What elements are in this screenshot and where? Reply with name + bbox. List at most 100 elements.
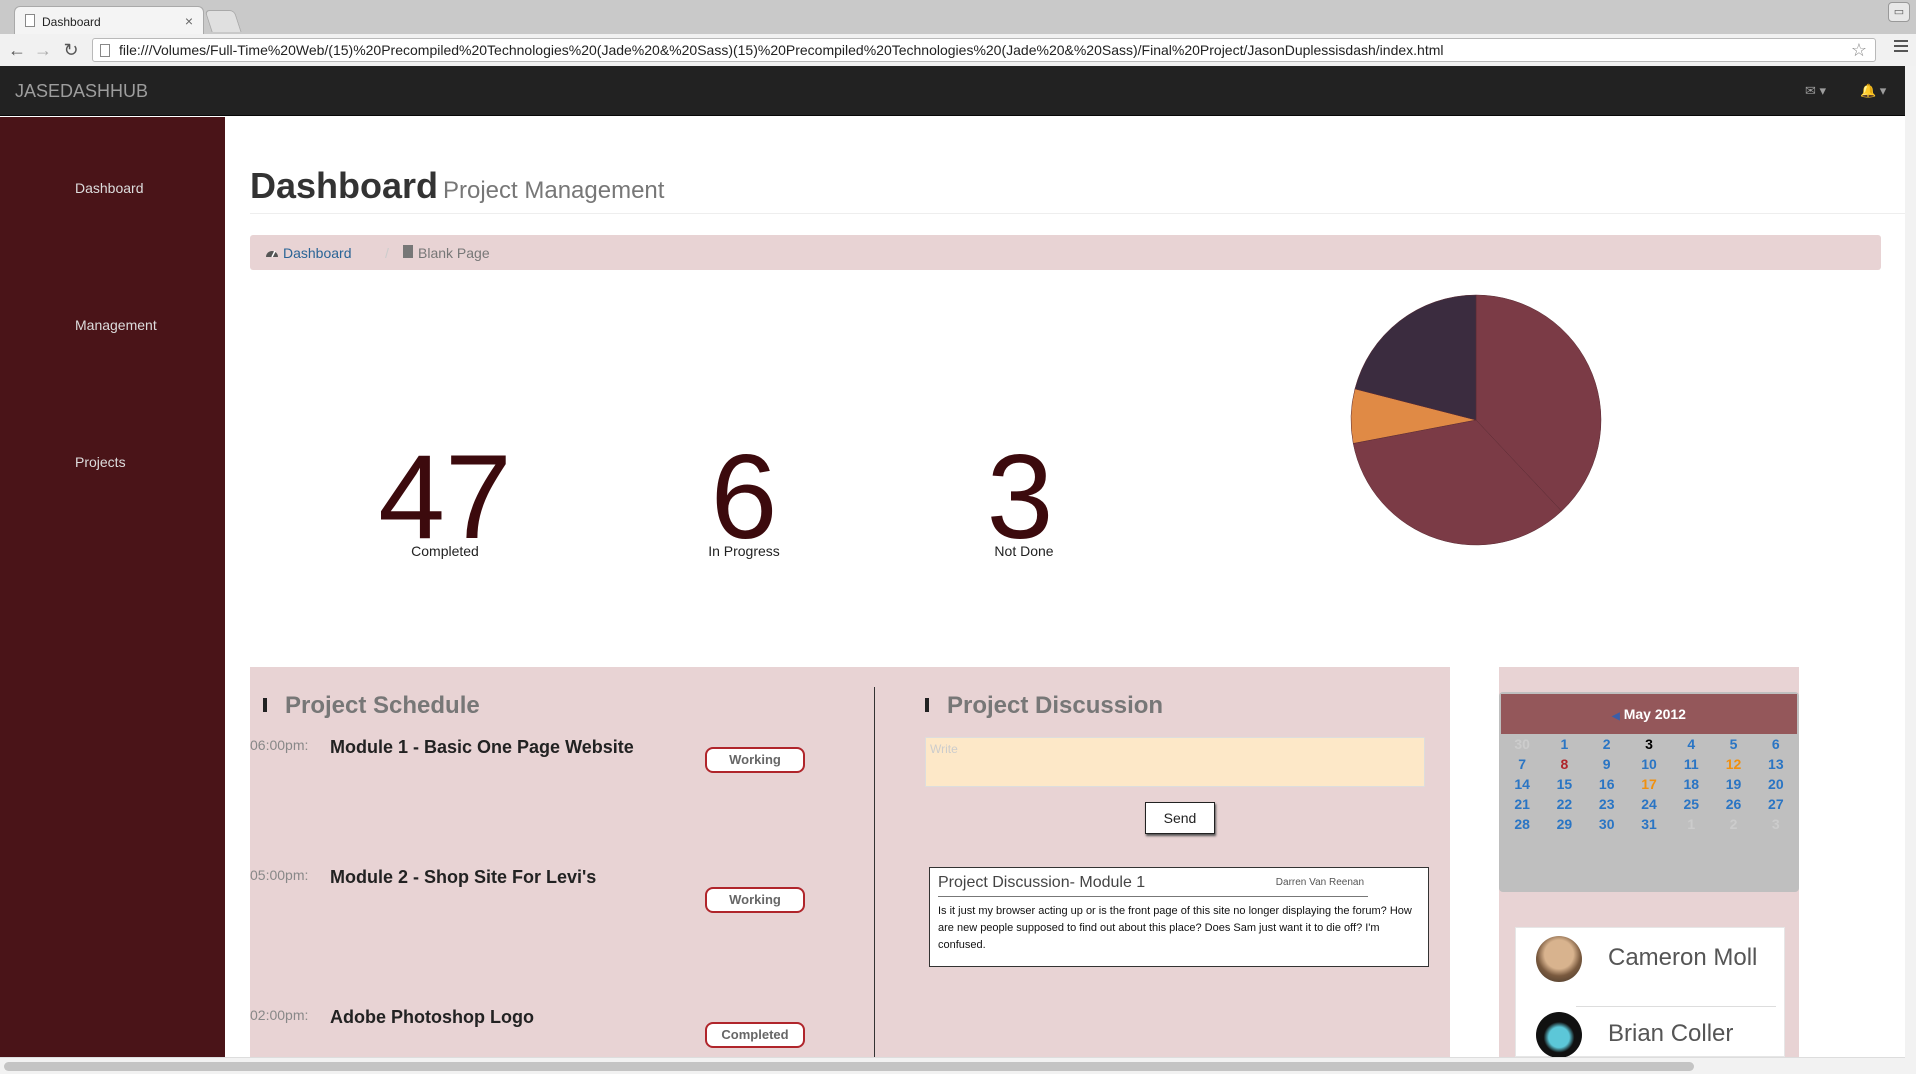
calendar-day[interactable]: 3 <box>1755 814 1797 834</box>
page-icon <box>100 44 110 57</box>
calendar-week-row: 7 8 9 10 11 12 13 <box>1501 754 1797 774</box>
bookmark-star-icon[interactable]: ☆ <box>1851 39 1867 61</box>
calendar-month-header[interactable]: ◀ May 2012 <box>1501 694 1797 734</box>
file-icon <box>403 245 413 258</box>
calendar-day[interactable]: 17 <box>1628 774 1670 794</box>
calendar-day[interactable]: 19 <box>1712 774 1754 794</box>
schedule-time: 02:00pm: <box>250 1007 309 1023</box>
tab-title: Dashboard <box>42 15 101 29</box>
calendar-day[interactable]: 10 <box>1628 754 1670 774</box>
back-icon[interactable]: ← <box>6 39 28 61</box>
calendar-day[interactable]: 1 <box>1670 814 1712 834</box>
calendar-day[interactable]: 13 <box>1755 754 1797 774</box>
calendar-day[interactable]: 15 <box>1543 774 1585 794</box>
calendar-day[interactable]: 30 <box>1586 814 1628 834</box>
calendar-week-row: 28 29 30 31 1 2 3 <box>1501 814 1797 834</box>
calendar-day[interactable]: 16 <box>1586 774 1628 794</box>
avatar <box>1536 1012 1582 1058</box>
tab-close-icon[interactable]: × <box>185 13 193 29</box>
window-control-button[interactable]: ▭ <box>1888 2 1910 22</box>
schedule-module: Adobe Photoshop Logo <box>330 1007 534 1027</box>
calendar-day[interactable]: 2 <box>1586 734 1628 754</box>
tab-strip: Dashboard × ▭ <box>0 0 1916 34</box>
calendar-day[interactable]: 24 <box>1628 794 1670 814</box>
calendar-day[interactable]: 26 <box>1712 794 1754 814</box>
calendar-widget: ◀ May 2012 30 1 2 3 4 5 6 7 8 9 10 11 12 13 14 15 16 17 18 1… <box>1499 692 1799 892</box>
dashboard-gauge-icon <box>266 250 278 258</box>
calendar-day[interactable]: 30 <box>1501 734 1543 754</box>
schedule-module: Module 1 - Basic One Page Website <box>330 737 634 757</box>
calendar-day[interactable]: 22 <box>1543 794 1585 814</box>
breadcrumb: Dashboard / Blank Page <box>250 235 1881 270</box>
stat-not-done-value: 3 <box>986 430 1054 564</box>
calendar-day[interactable]: 29 <box>1543 814 1585 834</box>
avatar <box>1536 936 1582 982</box>
calendar-day[interactable]: 3 <box>1628 734 1670 754</box>
browser-tab[interactable]: Dashboard × <box>14 6 204 34</box>
contacts-list: Cameron Moll Brian Coller <box>1515 927 1786 1058</box>
reload-icon[interactable]: ↻ <box>60 39 82 61</box>
send-button[interactable]: Send <box>1145 802 1215 834</box>
calendar-prev-icon[interactable]: ◀ <box>1612 711 1620 722</box>
new-tab-button[interactable] <box>204 10 242 32</box>
brand-logo[interactable]: JASEDASHHUB <box>15 81 148 102</box>
browser-toolbar: ← → ↻ file:///Volumes/Full-Time%20Web/(1… <box>0 34 1916 66</box>
calendar-day[interactable]: 8 <box>1543 754 1585 774</box>
page-subtitle: Project Management <box>443 177 665 204</box>
calendar-day[interactable]: 20 <box>1755 774 1797 794</box>
sidebar-item-dashboard[interactable]: Dashboard <box>75 180 144 196</box>
discussion-title: Project Discussion <box>947 692 1164 719</box>
calendar-day[interactable]: 4 <box>1670 734 1712 754</box>
browser-chrome: Dashboard × ▭ ← → ↻ file:///Volumes/Full… <box>0 0 1916 66</box>
discussion-post: Project Discussion- Module 1 Darren Van … <box>929 867 1429 967</box>
vertical-scrollbar[interactable] <box>1905 66 1916 1074</box>
stat-in-progress-value: 6 <box>710 430 778 564</box>
mail-dropdown-icon[interactable]: ✉ ▾ <box>1805 83 1826 99</box>
calendar-grid: 30 1 2 3 4 5 6 7 8 9 10 11 12 13 14 15 16 17 18 19 20 21 22 23 2… <box>1501 734 1797 834</box>
calendar-day[interactable]: 7 <box>1501 754 1543 774</box>
calendar-day[interactable]: 11 <box>1670 754 1712 774</box>
stat-not-done-label: Not Done <box>994 543 1054 559</box>
calendar-week-row: 21 22 23 24 25 26 27 <box>1501 794 1797 814</box>
contact-item[interactable]: Brian Coller <box>1536 1004 1786 1064</box>
page-icon <box>25 14 35 27</box>
calendar-day[interactable]: 12 <box>1712 754 1754 774</box>
sidebar-item-management[interactable]: Management <box>75 317 157 333</box>
breadcrumb-link-dashboard[interactable]: Dashboard <box>283 245 352 261</box>
notification-bell-icon[interactable]: 🔔 ▾ <box>1860 83 1886 99</box>
calendar-day[interactable]: 28 <box>1501 814 1543 834</box>
calendar-week-row: 14 15 16 17 18 19 20 <box>1501 774 1797 794</box>
contact-item[interactable]: Cameron Moll <box>1536 928 1786 988</box>
calendar-day[interactable]: 23 <box>1586 794 1628 814</box>
stat-in-progress-label: In Progress <box>708 543 780 559</box>
calendar-day[interactable]: 2 <box>1712 814 1754 834</box>
project-status-pie-chart <box>1350 294 1602 546</box>
right-column: ◀ May 2012 30 1 2 3 4 5 6 7 8 9 10 11 12 13 14 15 16 17 18 1… <box>1499 667 1799 1058</box>
calendar-week-row: 30 1 2 3 4 5 6 <box>1501 734 1797 754</box>
calendar-day[interactable]: 21 <box>1501 794 1543 814</box>
horizontal-scrollbar[interactable] <box>0 1057 1905 1074</box>
calendar-day[interactable]: 31 <box>1628 814 1670 834</box>
horizontal-scroll-thumb[interactable] <box>4 1062 1694 1071</box>
calendar-day[interactable]: 18 <box>1670 774 1712 794</box>
discussion-post-author: Darren Van Reenan <box>1275 877 1364 888</box>
sidebar-item-projects[interactable]: Projects <box>75 454 126 470</box>
address-bar[interactable]: file:///Volumes/Full-Time%20Web/(15)%20P… <box>92 38 1876 62</box>
url-text: file:///Volumes/Full-Time%20Web/(15)%20P… <box>119 42 1444 58</box>
calendar-day[interactable]: 1 <box>1543 734 1585 754</box>
title-divider <box>250 213 1906 214</box>
contact-name: Brian Coller <box>1608 1020 1734 1047</box>
status-badge-button[interactable]: Working <box>705 887 805 913</box>
status-badge-button[interactable]: Working <box>705 747 805 773</box>
discussion-write-input[interactable]: Write <box>925 737 1425 787</box>
calendar-day[interactable]: 25 <box>1670 794 1712 814</box>
calendar-day[interactable]: 27 <box>1755 794 1797 814</box>
calendar-day[interactable]: 9 <box>1586 754 1628 774</box>
top-navbar: JASEDASHHUB ✉ ▾ 🔔 ▾ <box>0 66 1905 116</box>
calendar-day[interactable]: 6 <box>1755 734 1797 754</box>
calendar-day[interactable]: 5 <box>1712 734 1754 754</box>
browser-menu-icon[interactable] <box>1894 40 1908 54</box>
calendar-day[interactable]: 14 <box>1501 774 1543 794</box>
forward-icon[interactable]: → <box>32 39 54 61</box>
status-badge-button[interactable]: Completed <box>705 1022 805 1048</box>
